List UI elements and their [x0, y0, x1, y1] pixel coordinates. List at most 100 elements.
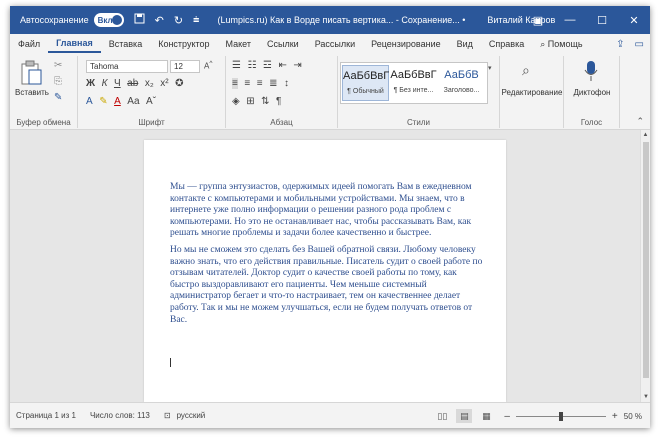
ribbon-tabs: Файл Главная Вставка Конструктор Макет С… — [10, 34, 650, 54]
tab-design[interactable]: Конструктор — [150, 34, 217, 54]
grow-font-icon[interactable]: A^ — [204, 60, 212, 71]
font-group-label: Шрифт — [138, 118, 165, 127]
shading-icon[interactable]: ◈ — [232, 96, 240, 107]
paragraph[interactable]: Но мы не сможем это сделать без Вашей об… — [170, 245, 486, 326]
document-body[interactable]: Мы — группа энтузиастов, одержимых идеей… — [170, 182, 486, 331]
styles-more-icon[interactable]: ▾ — [488, 64, 492, 72]
underline-icon[interactable]: Ч — [114, 78, 121, 89]
zoom-out-button[interactable]: – — [504, 411, 510, 422]
tab-view[interactable]: Вид — [449, 34, 481, 54]
language[interactable]: русский — [177, 411, 206, 420]
customize-icon[interactable]: ⩧ — [193, 14, 199, 27]
microphone-icon[interactable] — [584, 60, 598, 84]
collapse-ribbon-icon[interactable]: ⌃ — [636, 116, 644, 127]
styles-group: АаБбВвГ ¶ Обычный АаБбВвГ ¶ Без инте... … — [338, 56, 500, 128]
align-left-icon[interactable]: ≡ — [232, 78, 238, 89]
paste-icon[interactable] — [20, 60, 42, 86]
italic-icon[interactable]: К — [102, 78, 108, 89]
zoom-in-button[interactable]: + — [612, 411, 618, 422]
word-count[interactable]: Число слов: 113 — [90, 411, 150, 420]
undo-icon[interactable]: ↶ — [155, 14, 164, 27]
dictate-button[interactable]: Диктофон — [564, 88, 620, 97]
web-layout-icon[interactable]: ▦ — [478, 409, 494, 423]
page-count[interactable]: Страница 1 из 1 — [16, 411, 76, 420]
cut-icon[interactable]: ✂ — [54, 60, 62, 71]
document-title: (Lumpics.ru) Как в Ворде писать вертика.… — [217, 15, 466, 25]
line-spacing-icon[interactable]: ↕ — [284, 78, 289, 89]
find-icon[interactable]: ⌕ — [522, 62, 530, 79]
style-heading[interactable]: АаБбВ Заголово... — [438, 65, 485, 101]
style-normal[interactable]: АаБбВвГ ¶ Обычный — [342, 65, 389, 101]
vertical-scrollbar[interactable]: ▲ ▼ — [640, 130, 650, 402]
tab-review[interactable]: Рецензирование — [363, 34, 449, 54]
zoom-slider-thumb[interactable] — [558, 411, 563, 421]
ribbon-display-icon[interactable]: ▣ — [522, 14, 554, 27]
read-mode-icon[interactable]: ▯▯ — [434, 409, 450, 423]
tab-file[interactable]: Файл — [10, 34, 48, 54]
paragraph[interactable]: Мы — группа энтузиастов, одержимых идеей… — [170, 182, 486, 240]
style-name: ¶ Обычный — [347, 88, 384, 95]
sort-icon[interactable]: ⇅ — [261, 96, 269, 107]
close-icon[interactable]: ✕ — [618, 14, 650, 27]
paragraph-group: ☰ ☷ ☲ ⇤ ⇥ ≡ ≡ ≡ ≣ ↕ ◈ ⊞ ⇅ ¶ Абзац — [226, 56, 338, 128]
scroll-thumb[interactable] — [643, 142, 649, 378]
proofing-icon[interactable]: ⊡ — [164, 411, 171, 420]
style-name: ¶ Без инте... — [393, 87, 434, 94]
tab-insert[interactable]: Вставка — [101, 34, 150, 54]
tab-mailings[interactable]: Рассылки — [307, 34, 363, 54]
text-effects-icon[interactable]: ✪ — [175, 78, 183, 89]
scroll-down-icon[interactable]: ▼ — [641, 392, 650, 402]
subscript-icon[interactable]: x₂ — [145, 78, 154, 89]
style-no-spacing[interactable]: АаБбВвГ ¶ Без инте... — [390, 65, 437, 101]
editing-group: ⌕ Редактирование — [500, 56, 564, 128]
bullets-icon[interactable]: ☰ — [232, 60, 241, 71]
show-marks-icon[interactable]: ¶ — [276, 96, 281, 107]
decrease-indent-icon[interactable]: ⇤ — [278, 60, 286, 71]
font-name-box[interactable]: Tahoma — [86, 60, 168, 73]
help-search[interactable]: ⌕ Помощь — [532, 34, 590, 54]
style-sample: АаБбВвГ — [390, 69, 437, 81]
copy-icon[interactable]: ⎘ — [54, 76, 62, 87]
document-page[interactable]: Мы — группа энтузиастов, одержимых идеей… — [144, 140, 506, 402]
maximize-icon[interactable]: ☐ — [586, 14, 618, 27]
align-center-icon[interactable]: ≡ — [244, 78, 250, 89]
scroll-up-icon[interactable]: ▲ — [641, 130, 650, 140]
numbering-icon[interactable]: ☷ — [247, 60, 256, 71]
superscript-icon[interactable]: x² — [160, 78, 168, 89]
share-icon[interactable]: ⇪ — [616, 39, 624, 50]
paste-button[interactable]: Вставить — [12, 88, 52, 97]
clipboard-group-label: Буфер обмена — [16, 118, 71, 127]
tab-home[interactable]: Главная — [48, 35, 101, 53]
tab-help[interactable]: Справка — [481, 34, 532, 54]
multilevel-list-icon[interactable]: ☲ — [263, 60, 272, 71]
redo-icon[interactable]: ↻ — [174, 14, 183, 27]
save-icon[interactable] — [134, 13, 145, 27]
borders-icon[interactable]: ⊞ — [246, 96, 254, 107]
justify-icon[interactable]: ≣ — [269, 78, 277, 89]
word-window: Автосохранение Вкл ↶ ↻ ⩧ (Lumpics.ru) Ка… — [10, 6, 650, 428]
style-sample: АаБбВвГ — [343, 70, 390, 82]
highlight-icon[interactable]: ✎ — [99, 96, 107, 107]
tab-layout[interactable]: Макет — [218, 34, 259, 54]
autosave-toggle[interactable]: Вкл — [93, 13, 124, 27]
font-size-box[interactable]: 12 — [170, 60, 200, 73]
voice-group: Диктофон Голос — [564, 56, 620, 128]
tab-references[interactable]: Ссылки — [259, 34, 307, 54]
strikethrough-icon[interactable]: ab — [127, 78, 138, 89]
document-area: Мы — группа энтузиастов, одержимых идеей… — [10, 130, 650, 402]
zoom-slider[interactable] — [515, 411, 606, 421]
minimize-icon[interactable]: — — [554, 14, 586, 26]
format-painter-icon[interactable]: ✎ — [54, 92, 62, 103]
align-right-icon[interactable]: ≡ — [257, 78, 263, 89]
change-case-icon[interactable]: Aa — [127, 96, 139, 107]
shrink-font-icon[interactable]: Aˇ — [146, 96, 156, 107]
bold-icon[interactable]: Ж — [86, 78, 95, 89]
font-color-icon[interactable]: A — [114, 96, 121, 107]
increase-indent-icon[interactable]: ⇥ — [293, 60, 301, 71]
zoom-level[interactable]: 50 % — [624, 412, 642, 421]
font-group: Tahoma 12 A^ Ж К Ч ab x₂ x² ✪ A ✎ A Aa A… — [78, 56, 226, 128]
comments-icon[interactable]: ▭ — [635, 39, 644, 50]
print-layout-icon[interactable]: ▤ — [456, 409, 473, 423]
editing-button[interactable]: Редактирование — [500, 88, 564, 97]
text-effects-color-icon[interactable]: A — [86, 96, 93, 107]
